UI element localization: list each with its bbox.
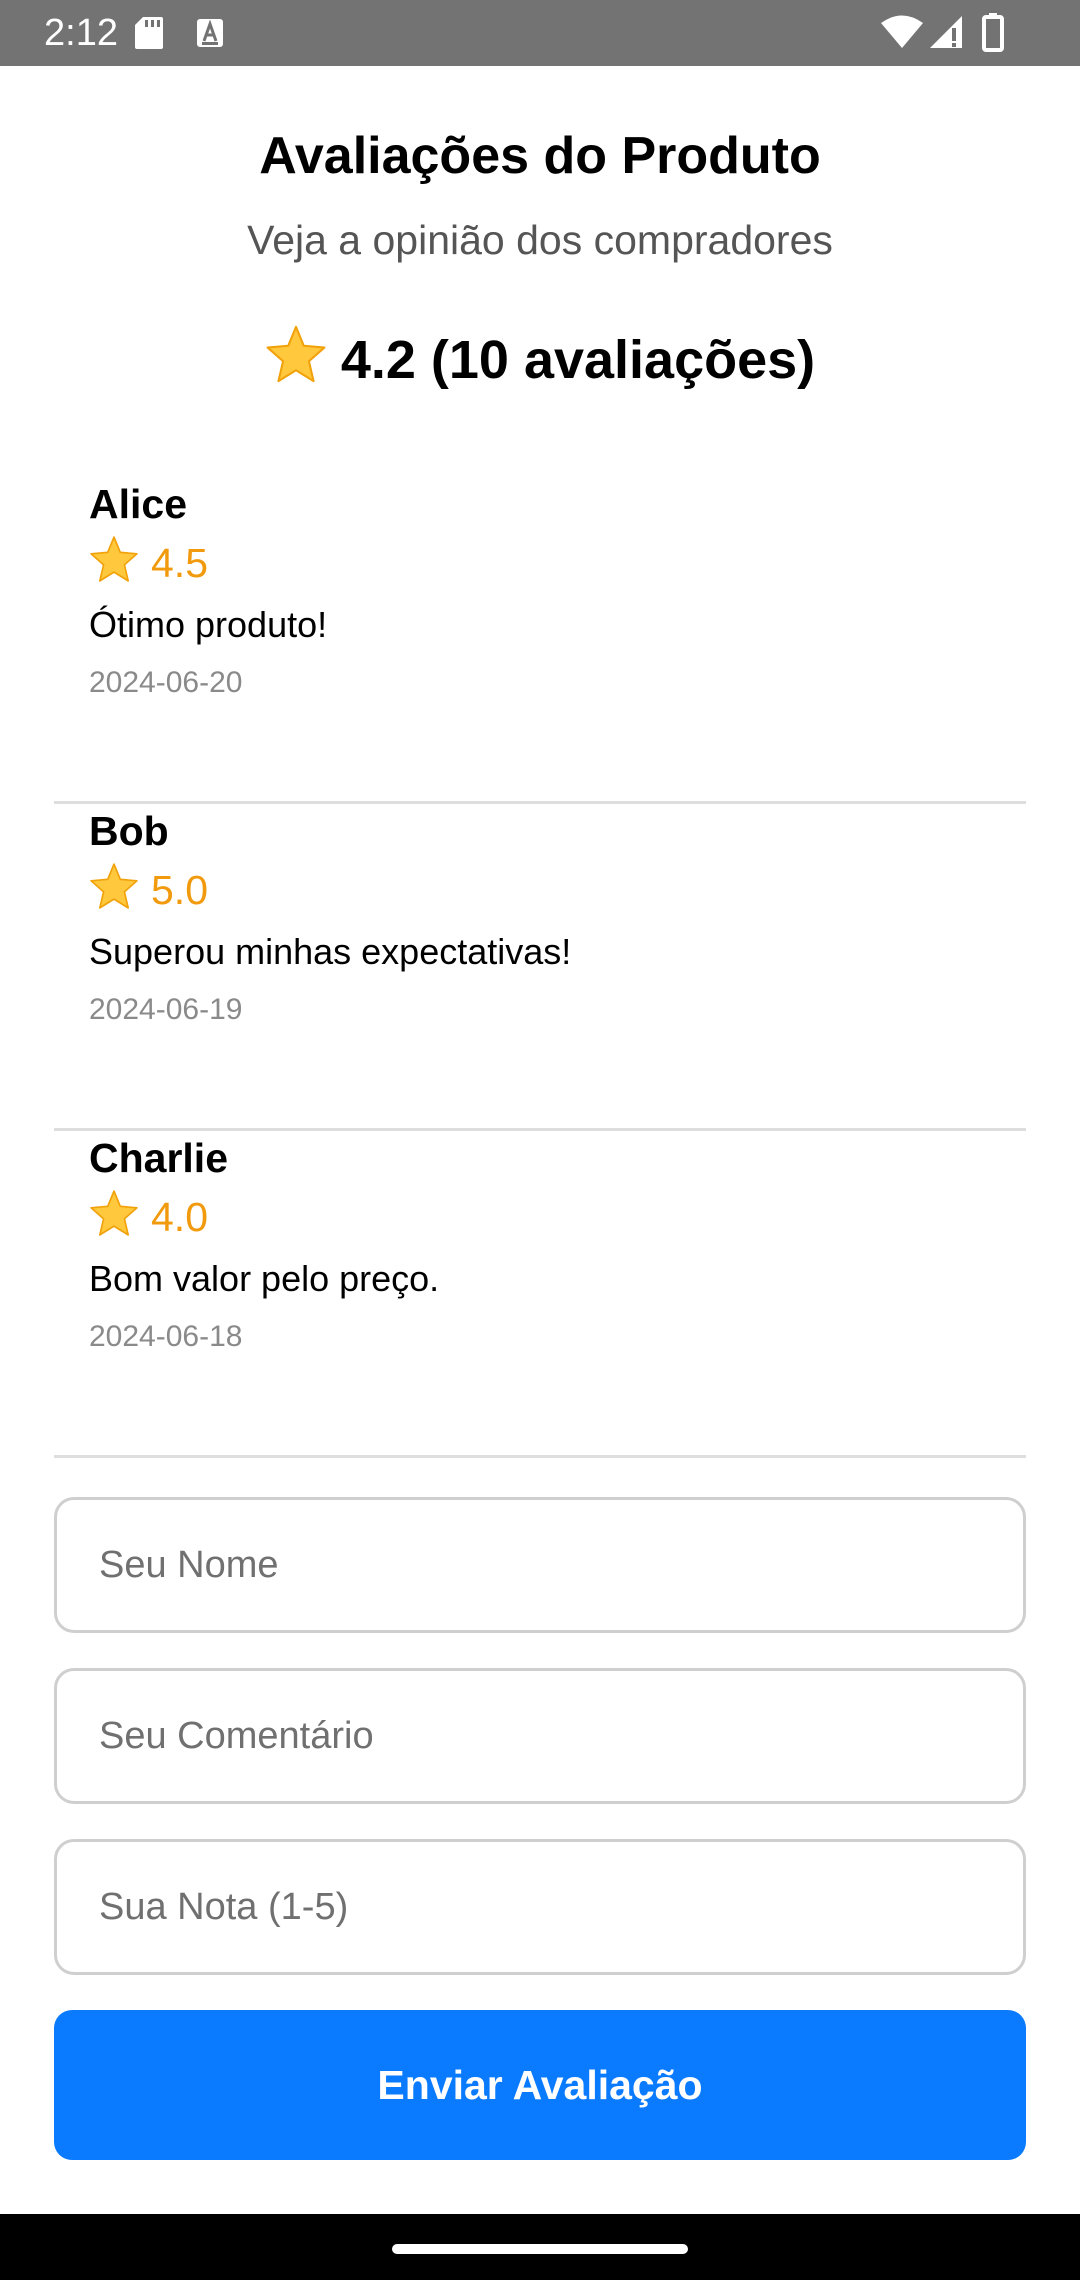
- reviewer-name: Alice: [89, 481, 187, 527]
- star-icon: [90, 1190, 138, 1236]
- review-date: 2024-06-20: [89, 666, 243, 699]
- wifi-icon: [881, 15, 923, 48]
- rating-input[interactable]: [54, 1839, 1026, 1975]
- review-item: Bob 5.0 Superou minhas expectativas! 202…: [54, 804, 1026, 1131]
- review-item: Charlie 4.0 Bom valor pelo preço. 2024-0…: [54, 1131, 1026, 1458]
- review-rating-value: 4.5: [151, 540, 208, 586]
- text-a-icon: [197, 19, 223, 47]
- review-rating: 4.5: [89, 535, 208, 589]
- star-icon: [90, 536, 138, 582]
- sd-card-icon: [135, 17, 163, 49]
- battery-icon: [982, 13, 1004, 52]
- review-date: 2024-06-19: [89, 993, 243, 1026]
- review-rating: 5.0: [89, 862, 208, 916]
- review-comment: Superou minhas expectativas!: [89, 931, 572, 972]
- status-time: 2:12: [44, 12, 118, 54]
- navigation-bar: [0, 2214, 1080, 2280]
- reviewer-name: Charlie: [89, 1135, 228, 1181]
- page-title: Avaliações do Produto: [259, 127, 821, 185]
- star-icon: [266, 325, 326, 383]
- reviewer-name: Bob: [89, 808, 169, 854]
- review-item: Alice 4.5 Ótimo produto! 2024-06-20: [54, 477, 1026, 804]
- rating-summary: 4.2 (10 avaliações): [0, 324, 1080, 392]
- review-rating-value: 5.0: [151, 867, 208, 913]
- star-icon: [90, 863, 138, 909]
- rating-summary-text: 4.2 (10 avaliações): [340, 330, 816, 390]
- home-gesture-handle[interactable]: [392, 2244, 688, 2254]
- review-rating: 4.0: [89, 1189, 208, 1243]
- status-bar: 2:12: [0, 0, 1080, 66]
- signal-icon: [930, 16, 962, 48]
- page-subtitle: Veja a opinião dos compradores: [247, 217, 833, 263]
- reviews-screen: Avaliações do Produto Veja a opinião dos…: [0, 66, 1080, 2214]
- name-input[interactable]: [54, 1497, 1026, 1633]
- comment-input[interactable]: [54, 1668, 1026, 1804]
- review-comment: Ótimo produto!: [89, 604, 328, 645]
- review-date: 2024-06-18: [89, 1320, 243, 1353]
- review-comment: Bom valor pelo preço.: [89, 1258, 440, 1299]
- review-rating-value: 4.0: [151, 1194, 208, 1240]
- submit-review-button[interactable]: Enviar Avaliação: [54, 2010, 1026, 2160]
